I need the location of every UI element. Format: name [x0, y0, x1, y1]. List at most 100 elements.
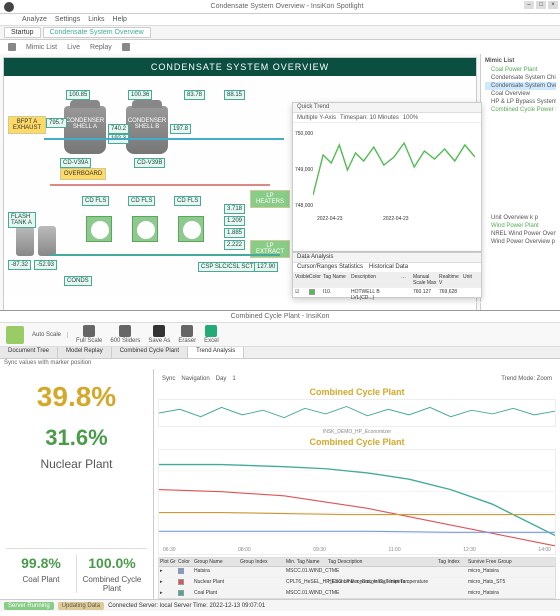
flash-tank-a[interactable]: [16, 226, 34, 256]
excel-button[interactable]: Excel: [204, 325, 219, 344]
sliders-button[interactable]: 600 Sliders: [110, 325, 140, 344]
lp-heaters-box[interactable]: LP HEATERS: [250, 190, 290, 208]
minimize-button[interactable]: –: [524, 1, 534, 9]
value-box[interactable]: 88.15: [224, 90, 245, 100]
menu-analyze[interactable]: Analyze: [22, 16, 47, 23]
mimic-list-button[interactable]: Mimic List: [26, 44, 57, 51]
document-tabs: Startup Condensate System Overview: [0, 26, 560, 40]
da-tab-cursor[interactable]: Cursor/Ranges Statistics: [297, 264, 363, 271]
value-box[interactable]: 100.36: [128, 90, 152, 100]
value-box[interactable]: 1.885: [224, 228, 245, 238]
kpi-cc-value: 100.0%: [77, 555, 147, 571]
quick-trend-toolbar: Multiple Y-Axis Timespan: 10 Minutes 100…: [293, 113, 481, 123]
menu-help[interactable]: Help: [113, 16, 127, 23]
fullscale-button[interactable]: Full Scale: [76, 325, 102, 344]
day-button[interactable]: Day: [216, 376, 227, 382]
flash-label: FLASH TANK A: [8, 212, 36, 228]
tab-startup[interactable]: Startup: [4, 27, 41, 38]
trend-chart-2[interactable]: 06:3008:0009:3011:0012:3014:00: [158, 449, 556, 555]
value-box[interactable]: -52.93: [34, 260, 57, 270]
zoom-level[interactable]: 100%: [403, 115, 418, 121]
tab-trend[interactable]: Trend Analysis: [188, 347, 244, 358]
kpi-nuclear-label: Nuclear Plant: [6, 457, 147, 471]
diagram-title: CONDENSATE SYSTEM OVERVIEW: [4, 58, 476, 76]
timespan-select[interactable]: Timespan: 10 Minutes: [340, 115, 399, 121]
eraser-button[interactable]: Eraser: [178, 325, 196, 344]
updating-badge: Updating Data: [58, 602, 104, 610]
tree-folder[interactable]: Wind Power Plant: [485, 222, 556, 230]
legend-row[interactable]: ▸HatsiraMSCC.01.WIND_CTMEmicro_Hatsira: [159, 567, 555, 578]
tab-doctree[interactable]: Document Tree: [0, 347, 58, 358]
saveas-button[interactable]: Save As: [148, 325, 170, 344]
tree-item-selected[interactable]: Condensate System Overview p: [485, 82, 556, 90]
value-box[interactable]: 740.2: [108, 124, 129, 134]
label-box: CD FLS: [174, 196, 201, 206]
trend-chart-1[interactable]: [158, 399, 556, 427]
replay-button[interactable]: Replay: [90, 44, 112, 51]
label-box: CD-V39A: [60, 158, 91, 168]
menu-links[interactable]: Links: [88, 16, 104, 23]
flash-tank-b[interactable]: [38, 226, 56, 256]
table-row[interactable]: ☑I10.HOTWELL B LVL(CD...)760.127769,628: [293, 288, 481, 303]
value-box[interactable]: -87.32: [8, 260, 31, 270]
window-controls: – □ ×: [524, 1, 558, 9]
app-logo-icon: [4, 2, 14, 12]
tree-folder[interactable]: Combined Cycle Power Plant: [485, 106, 556, 114]
home-icon[interactable]: [8, 43, 16, 51]
menu-settings[interactable]: Settings: [55, 16, 80, 23]
legend-row[interactable]: ▸Nuclear PlantCPLT6_HeSEL_HP_Economizer_…: [159, 578, 555, 589]
yaxis-mode[interactable]: Multiple Y-Axis: [297, 115, 336, 121]
quick-trend-chart[interactable]: 750,000 749,000 748,000 2022-04-23 2022-…: [293, 123, 481, 223]
value-box[interactable]: 3.718: [224, 204, 245, 214]
value-box[interactable]: 197.8: [170, 124, 191, 134]
csp-label: CSP SLC/CSL SCT: [198, 262, 256, 272]
overboard-box[interactable]: OVERBOARD: [60, 168, 106, 180]
kpi-primary: 39.8%: [6, 381, 147, 413]
value-box[interactable]: 127.90: [254, 262, 278, 272]
pump-c[interactable]: [178, 216, 204, 242]
lower-tabs: Document Tree Model Replay Combined Cycl…: [0, 347, 560, 359]
kpi-coal-label: Coal Plant: [6, 575, 76, 584]
legend-row[interactable]: ▸Coal PlantMSCC.01.WIND_CTMEmicro_Hatsir…: [159, 589, 555, 599]
quick-trend-window: Quick Trend Multiple Y-Axis Timespan: 10…: [292, 102, 482, 252]
value-box[interactable]: 83.78: [184, 90, 205, 100]
close-button[interactable]: ×: [548, 1, 558, 9]
gear-icon[interactable]: [122, 43, 130, 51]
toolbar: Mimic List Live Replay: [0, 40, 560, 54]
tab-condensate[interactable]: Condensate System Overview: [43, 27, 151, 38]
conds-label: CONDS: [64, 276, 92, 286]
autoscale-label[interactable]: Auto Scale: [32, 332, 61, 338]
page-num[interactable]: 1: [232, 376, 235, 382]
tab-combined[interactable]: Combined Cycle Plant: [112, 347, 188, 358]
condenser-shell-a[interactable]: CONDENSER SHELL A: [64, 106, 106, 154]
live-button[interactable]: Live: [67, 44, 80, 51]
tree-item[interactable]: Coal Overview: [485, 90, 556, 98]
tree-folder[interactable]: Coal Power Plant: [485, 66, 556, 74]
tree-item[interactable]: HP & LP Bypass System Overview p: [485, 98, 556, 106]
data-analysis-title[interactable]: Data Analysis: [293, 253, 481, 263]
quick-trend-title[interactable]: Quick Trend: [293, 103, 481, 113]
tab-replay[interactable]: Model Replay: [58, 347, 112, 358]
sync-button[interactable]: Sync: [162, 376, 175, 382]
value-box[interactable]: 2.222: [224, 240, 245, 250]
pump-b[interactable]: [132, 216, 158, 242]
maximize-button[interactable]: □: [536, 1, 546, 9]
kpi-coal-value: 99.8%: [6, 555, 76, 571]
da-tab-hist[interactable]: Historical Data: [369, 264, 408, 271]
lower-toolbar: Auto Scale Full Scale 600 Sliders Save A…: [0, 323, 560, 347]
bfpt-a-exhaust-box[interactable]: BFPT A EXHAUST: [8, 116, 46, 134]
kpi-panel: 39.8% 31.6% Nuclear Plant 99.8% Coal Pla…: [0, 369, 154, 599]
tree-item[interactable]: NREL Wind Power Overview p: [485, 230, 556, 238]
pump-a[interactable]: [86, 216, 112, 242]
value-box[interactable]: 100.85: [66, 90, 90, 100]
tree-item[interactable]: Condensate System Chip-Purp: [485, 74, 556, 82]
trend-mode: Trend Mode: Zoom: [501, 376, 552, 382]
value-box[interactable]: 1.209: [224, 216, 245, 226]
condenser-shell-b[interactable]: CONDENSER SHELL B: [126, 106, 168, 154]
label-box: CD FLS: [128, 196, 155, 206]
tree-item[interactable]: Wind Power Overview p: [485, 238, 556, 246]
value-box[interactable]: 795.7: [46, 118, 67, 128]
nav-button[interactable]: Navigation: [181, 376, 209, 382]
tree-item[interactable]: Unit Overview k p: [485, 214, 556, 222]
sync-label: Sync values with marker position: [0, 359, 560, 369]
